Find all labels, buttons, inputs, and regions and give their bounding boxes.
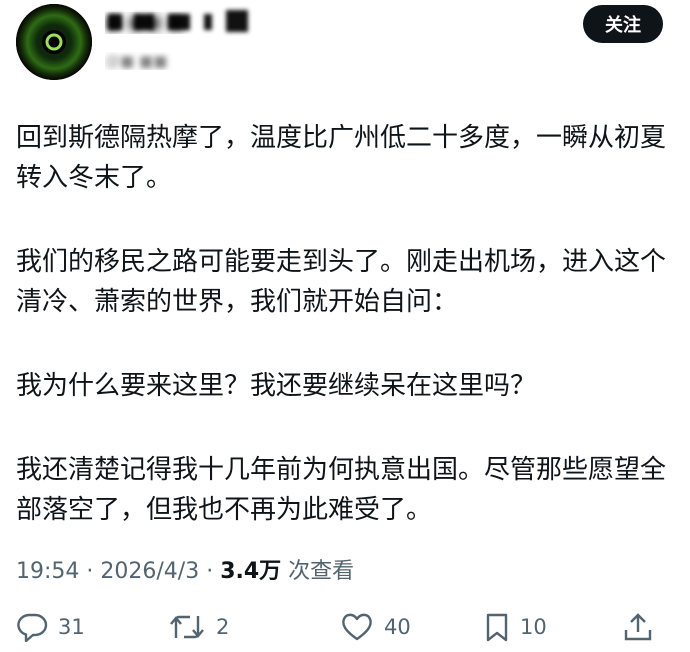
meta-separator: · — [199, 559, 221, 584]
views-count: 3.4万 — [220, 559, 282, 584]
post-time[interactable]: 19:54 — [16, 559, 79, 584]
heart-icon — [342, 613, 372, 641]
bookmark-icon — [486, 613, 508, 642]
author-name: ■ ■■ ■ — [105, 12, 185, 33]
avatar[interactable] — [16, 4, 92, 80]
repost-icon — [170, 615, 204, 639]
like-button[interactable]: 40 — [340, 612, 411, 642]
bookmark-count: 10 — [520, 615, 547, 639]
share-button[interactable] — [622, 612, 664, 642]
views-label: 次查看 — [281, 559, 355, 584]
avatar-image — [16, 4, 92, 80]
follow-button[interactable]: 关注 — [583, 5, 663, 43]
post-paragraph: 回到斯德隔热摩了，温度比广州低二十多度，一瞬从初夏转入冬末了。 — [16, 123, 667, 193]
repost-count: 2 — [216, 615, 230, 639]
share-icon — [624, 613, 652, 641]
action-bar: 31 2 40 10 — [0, 612, 690, 652]
bookmark-button[interactable]: 10 — [484, 612, 547, 642]
post-header: ■ ■■ ■ @■ ■■ 关注 — [0, 0, 690, 90]
author-handle: @■ ■■ — [105, 52, 168, 70]
repost-button[interactable]: 2 — [168, 612, 229, 642]
post-text: 回到斯德隔热摩了，温度比广州低二十多度，一瞬从初夏转入冬末了。 我们的移民之路可… — [16, 118, 666, 574]
meta-separator: · — [79, 559, 101, 584]
post-paragraph: 我为什么要来这里？我还要继续呆在这里吗？ — [16, 371, 537, 401]
reply-button[interactable]: 31 — [16, 612, 85, 642]
post-paragraph: 我还清楚记得我十几年前为何执意出国。尽管那些愿望全部落空了，但我也不再为此难受了… — [16, 455, 667, 525]
reply-count: 31 — [58, 615, 85, 639]
like-count: 40 — [384, 615, 411, 639]
post-date[interactable]: 2026/4/3 — [100, 559, 199, 584]
comment-icon — [17, 613, 48, 642]
post-meta: 19:54 · 2026/4/3 · 3.4万 次查看 — [16, 556, 354, 588]
post-paragraph: 我们的移民之路可能要走到头了。刚走出机场，进入这个清冷、萧索的世界，我们就开始自… — [16, 247, 667, 317]
